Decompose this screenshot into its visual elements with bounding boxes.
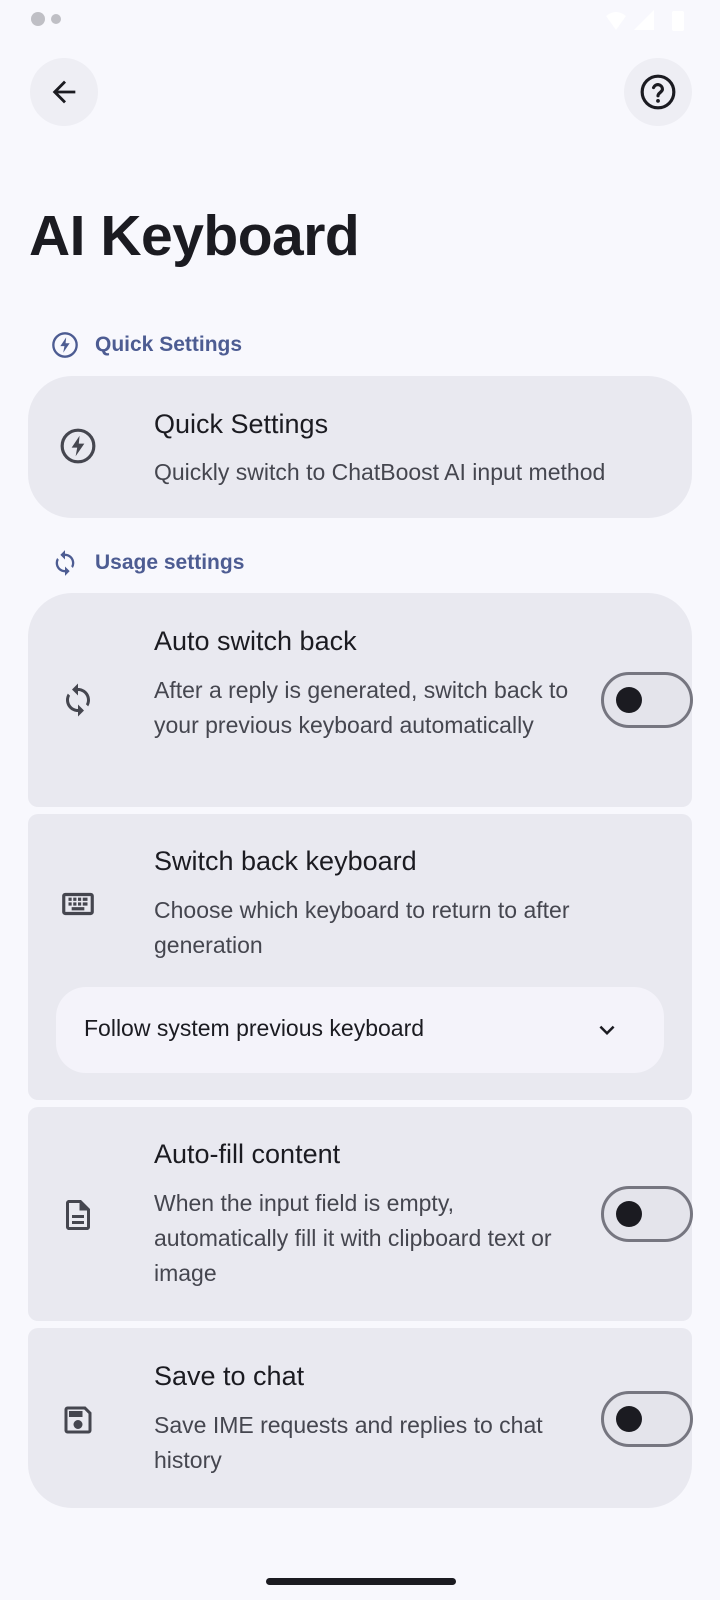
card-description: Choose which keyboard to return to after… [154, 897, 570, 958]
battery-icon [672, 11, 684, 31]
status-bar [0, 0, 720, 44]
home-indicator[interactable] [266, 1578, 456, 1585]
document-icon [58, 1195, 98, 1235]
save-to-chat-toggle[interactable] [601, 1391, 693, 1447]
sync-icon [50, 548, 80, 578]
auto-fill-content-toggle[interactable] [601, 1186, 693, 1242]
card-description: Quickly switch to ChatBoost AI input met… [154, 459, 606, 485]
card-title: Quick Settings [154, 409, 329, 439]
signal-icon [634, 10, 654, 30]
toggle-knob [616, 1406, 642, 1432]
help-circle-icon [640, 74, 676, 110]
bolt-circle-icon [58, 426, 98, 466]
section-label: Usage settings [95, 551, 245, 574]
save-icon [58, 1400, 98, 1440]
card-description: When the input field is empty, automatic… [154, 1190, 552, 1286]
toggle-knob [616, 687, 642, 713]
page-title: AI Keyboard [29, 204, 360, 268]
quick-settings-card[interactable]: Quick Settings Quickly switch to ChatBoo… [28, 376, 692, 518]
card-title: Switch back keyboard [154, 846, 417, 876]
auto-fill-content-card[interactable]: Auto-fill content When the input field i… [28, 1107, 693, 1321]
dropdown-selected-value: Follow system previous keyboard [84, 1015, 425, 1041]
section-header-quick-settings: Quick Settings [50, 330, 242, 360]
bolt-circle-icon [50, 330, 80, 360]
save-to-chat-card[interactable]: Save to chat Save IME requests and repli… [28, 1328, 693, 1508]
card-description: After a reply is generated, switch back … [154, 677, 569, 738]
auto-switch-back-card[interactable]: Auto switch back After a reply is genera… [28, 593, 693, 807]
switch-back-keyboard-dropdown[interactable]: Follow system previous keyboard [56, 987, 664, 1073]
keyboard-icon [58, 884, 98, 924]
toggle-knob [616, 1201, 642, 1227]
back-button[interactable] [30, 58, 98, 126]
sync-icon [58, 680, 98, 720]
notification-icon [31, 12, 61, 26]
section-label: Quick Settings [95, 333, 243, 356]
arrow-left-icon [52, 80, 76, 104]
help-button[interactable] [624, 58, 692, 126]
system-status-icons [606, 10, 684, 31]
wifi-icon [606, 12, 626, 30]
card-title: Auto switch back [154, 626, 357, 656]
card-title: Save to chat [154, 1361, 305, 1391]
card-description: Save IME requests and replies to chat hi… [154, 1412, 543, 1473]
section-header-usage-settings: Usage settings [50, 548, 244, 578]
card-title: Auto-fill content [154, 1139, 341, 1169]
chevron-down-icon [599, 1025, 615, 1035]
switch-back-keyboard-card: Switch back keyboard Choose which keyboa… [28, 814, 692, 1100]
auto-switch-back-toggle[interactable] [601, 672, 693, 728]
